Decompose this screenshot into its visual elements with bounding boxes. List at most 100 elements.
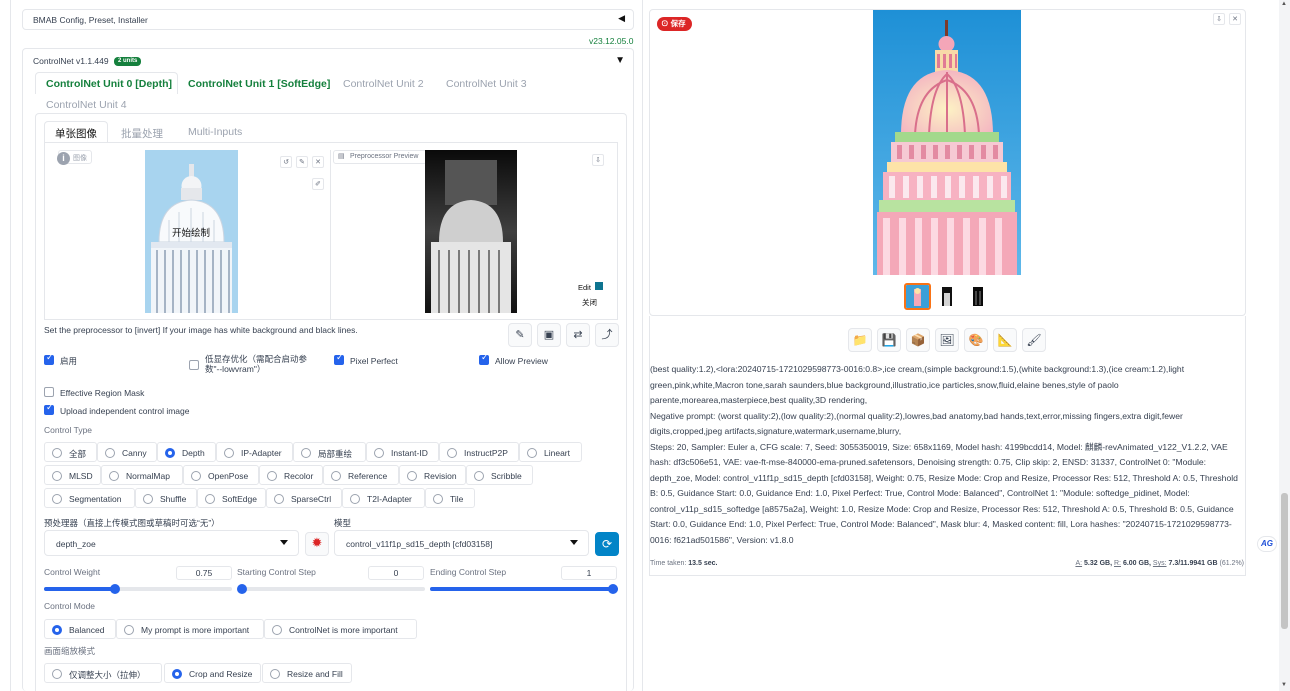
edit-icon[interactable] xyxy=(595,282,603,290)
control-mode-prompt[interactable]: My prompt is more important xyxy=(116,619,264,639)
control-weight-slider[interactable] xyxy=(44,584,232,594)
time-taken: Time taken: 13.5 sec. xyxy=(650,560,717,567)
control-type-reference[interactable]: Reference xyxy=(323,465,399,485)
control-type-inpaint[interactable]: 局部重绘 xyxy=(293,442,366,462)
info-parameters: Steps: 20, Sampler: Euler a, CFG scale: … xyxy=(650,441,1238,545)
side-widget-badge[interactable]: AG xyxy=(1257,536,1277,552)
control-type-revision[interactable]: Revision xyxy=(399,465,466,485)
download-icon[interactable]: ⇩ xyxy=(592,154,604,166)
thumbnail-generated[interactable] xyxy=(904,283,931,310)
control-type-tile[interactable]: Tile xyxy=(425,488,475,508)
bmab-accordion[interactable]: BMAB Config, Preset, Installer ◀ xyxy=(22,9,634,30)
close-preview-label[interactable]: 关闭 xyxy=(582,297,597,308)
camera-icon[interactable]: ▣ xyxy=(537,323,561,347)
effective-region-checkbox[interactable] xyxy=(44,387,54,397)
control-mode-balanced[interactable]: Balanced xyxy=(44,619,116,639)
radio-icon xyxy=(447,448,457,458)
refresh-models-icon[interactable]: ⟳ xyxy=(595,532,619,556)
tab-unit-0[interactable]: ControlNet Unit 0 [Depth] xyxy=(46,78,172,90)
thumbnail-depth[interactable] xyxy=(936,285,958,308)
send-dimensions-icon[interactable]: ⤴ xyxy=(595,323,619,347)
control-type-t2i-adapter[interactable]: T2I-Adapter xyxy=(342,488,425,508)
radio-icon xyxy=(224,448,234,458)
control-mode-controlnet[interactable]: ControlNet is more important xyxy=(264,619,417,639)
tab-single-image[interactable]: 单张图像 xyxy=(55,126,97,141)
resize-mode-fill[interactable]: Resize and Fill xyxy=(262,663,352,683)
control-type-normalmap[interactable]: NormalMap xyxy=(101,465,183,485)
control-type-segmentation[interactable]: Segmentation xyxy=(44,488,135,508)
tab-unit-1[interactable]: ControlNet Unit 1 [SoftEdge] xyxy=(188,78,330,90)
control-weight-input[interactable]: 0.75 xyxy=(176,566,232,580)
pen-icon[interactable]: ✐ xyxy=(312,178,324,190)
left-border xyxy=(10,0,11,691)
resize-mode-label-just-resize: 仅调整大小（拉伸） xyxy=(69,670,146,680)
resize-mode-just-resize[interactable]: 仅调整大小（拉伸） xyxy=(44,663,162,683)
pixel-perfect-checkbox[interactable] xyxy=(334,353,344,365)
scroll-down-icon[interactable]: ▼ xyxy=(1281,682,1287,688)
enable-checkbox[interactable] xyxy=(44,353,54,365)
edit-label[interactable]: Edit xyxy=(578,283,591,292)
upload-independent-checkbox[interactable] xyxy=(44,403,54,415)
invert-hint: Set the preprocessor to [invert] If your… xyxy=(44,325,358,335)
save-badge[interactable]: ⊙ 保存 xyxy=(657,17,692,31)
controlnet-title: ControlNet v1.1.449 xyxy=(33,56,109,66)
control-type-canny[interactable]: Canny xyxy=(97,442,157,462)
collapse-down-icon[interactable]: ▼ xyxy=(615,55,625,66)
ending-step-thumb[interactable] xyxy=(608,584,618,594)
control-type-all[interactable]: 全部 xyxy=(44,442,97,462)
control-type-label-recolor: Recolor xyxy=(284,471,314,481)
control-type-scribble[interactable]: Scribble xyxy=(466,465,533,485)
ending-step-input[interactable]: 1 xyxy=(561,566,617,580)
collapse-left-icon[interactable]: ◀ xyxy=(618,13,625,24)
scroll-up-icon[interactable]: ▲ xyxy=(1281,1,1287,7)
tab-unit-2[interactable]: ControlNet Unit 2 xyxy=(343,78,424,90)
tab-batch[interactable]: 批量处理 xyxy=(121,126,163,141)
allow-preview-checkbox[interactable] xyxy=(479,353,489,365)
tab-unit-4[interactable]: ControlNet Unit 4 xyxy=(46,99,127,111)
undo-icon[interactable]: ↺ xyxy=(280,156,292,168)
starting-step-thumb[interactable] xyxy=(237,584,247,594)
starting-step-slider[interactable] xyxy=(237,584,425,594)
radio-icon xyxy=(274,494,284,504)
model-select[interactable]: control_v11f1p_sd15_depth [cfd03158] xyxy=(334,530,589,556)
model-value: control_v11f1p_sd15_depth [cfd03158] xyxy=(346,539,493,549)
control-type-instructp2p[interactable]: InstructP2P xyxy=(439,442,519,462)
radio-icon xyxy=(433,494,443,504)
preprocessor-select[interactable]: depth_zoe xyxy=(44,530,299,556)
control-type-ip-adapter[interactable]: IP-Adapter xyxy=(216,442,293,462)
resize-mode-crop[interactable]: Crop and Resize xyxy=(164,663,261,683)
mem-sys: 7.3/11.9941 GB xyxy=(1168,560,1218,567)
ending-step-slider[interactable] xyxy=(430,584,618,594)
control-type-label-sparsectrl: SparseCtrl xyxy=(291,494,332,504)
control-type-mlsd[interactable]: MLSD xyxy=(44,465,101,485)
swap-icon[interactable]: ⇄ xyxy=(566,323,590,347)
radio-icon xyxy=(165,448,175,458)
upload-independent-label: Upload independent control image xyxy=(60,406,190,416)
control-type-label-instructp2p: InstructP2P xyxy=(464,448,508,458)
control-type-sparsectrl[interactable]: SparseCtrl xyxy=(266,488,342,508)
new-canvas-icon[interactable]: ✎ xyxy=(508,323,532,347)
control-weight-thumb[interactable] xyxy=(109,584,120,594)
close-icon[interactable]: ✕ xyxy=(1229,13,1241,25)
scrollbar-thumb[interactable] xyxy=(1281,493,1288,629)
thumbnail-softedge[interactable] xyxy=(967,285,989,308)
lowvram-checkbox[interactable] xyxy=(189,360,199,370)
control-type-shuffle[interactable]: Shuffle xyxy=(135,488,197,508)
scrollbar[interactable]: ▲ ▼ xyxy=(1279,0,1290,691)
control-type-openpose[interactable]: OpenPose xyxy=(183,465,259,485)
starting-step-input[interactable]: 0 xyxy=(368,566,424,580)
control-type-depth[interactable]: Depth xyxy=(157,442,216,462)
control-type-instant-id[interactable]: Instant-ID xyxy=(366,442,439,462)
control-mode-label-balanced: Balanced xyxy=(69,625,105,635)
brush-icon[interactable]: ✎ xyxy=(296,156,308,168)
tab-multi-inputs[interactable]: Multi-Inputs xyxy=(188,126,242,138)
download-icon[interactable]: ⇩ xyxy=(1213,13,1225,25)
run-preprocessor-icon[interactable]: ✹ xyxy=(305,532,329,556)
control-type-softedge[interactable]: SoftEdge xyxy=(197,488,266,508)
control-type-recolor[interactable]: Recolor xyxy=(259,465,323,485)
radio-icon xyxy=(301,448,311,458)
tab-unit-3[interactable]: ControlNet Unit 3 xyxy=(446,78,527,90)
control-type-lineart[interactable]: Lineart xyxy=(519,442,582,462)
close-icon[interactable]: ✕ xyxy=(312,156,324,168)
generated-image[interactable] xyxy=(873,10,1021,275)
